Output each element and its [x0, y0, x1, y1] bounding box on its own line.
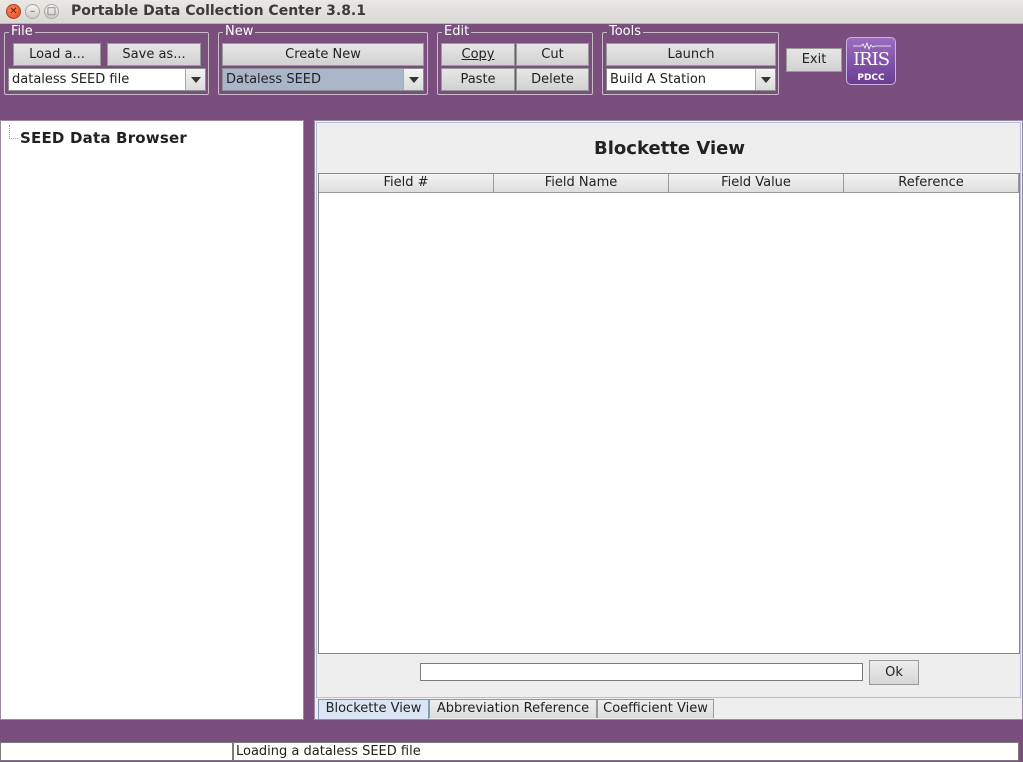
cut-button[interactable]: Cut [516, 43, 589, 66]
tool-select[interactable]: Build A Station [606, 68, 776, 91]
chevron-down-icon[interactable] [755, 69, 775, 90]
launch-button[interactable]: Launch [606, 43, 776, 66]
iris-logo: IRIS PDCC [846, 37, 896, 85]
chevron-down-icon[interactable] [185, 69, 205, 90]
status-bar: Loading a dataless SEED file [0, 720, 1023, 762]
blockette-table[interactable]: Field # Field Name Field Value Reference [318, 173, 1020, 654]
new-group: New Create New Dataless SEED [218, 24, 428, 95]
copy-button[interactable]: Copy [441, 43, 515, 66]
column-header-field-name[interactable]: Field Name [494, 174, 669, 193]
create-new-button[interactable]: Create New [222, 43, 424, 66]
toolbar: File Load a... Save as... dataless SEED … [0, 24, 1023, 120]
delete-button[interactable]: Delete [516, 68, 589, 91]
load-button[interactable]: Load a... [13, 43, 101, 66]
tree-connector [9, 125, 18, 139]
chevron-down-icon[interactable] [403, 69, 423, 90]
title-bar: ✕ – □ Portable Data Collection Center 3.… [0, 0, 1023, 24]
logo-subtext: PDCC [857, 73, 885, 83]
tools-group: Tools Launch Build A Station [602, 24, 779, 95]
exit-button[interactable]: Exit [786, 48, 842, 72]
column-header-field-value[interactable]: Field Value [669, 174, 844, 193]
column-header-field-number[interactable]: Field # [319, 174, 494, 193]
blockette-view-title: Blockette View [594, 138, 745, 159]
edit-group-label: Edit [442, 24, 472, 40]
blockette-view-content: Blockette View Field # Field Name Field … [316, 122, 1021, 698]
tool-value: Build A Station [610, 72, 707, 87]
tree-root-node[interactable]: SEED Data Browser [20, 129, 187, 147]
save-as-button[interactable]: Save as... [107, 43, 201, 66]
seismogram-icon [853, 42, 891, 50]
window-title: Portable Data Collection Center 3.8.1 [71, 3, 366, 19]
tab-coefficient-view[interactable]: Coefficient View [597, 699, 714, 718]
ok-button[interactable]: Ok [869, 660, 919, 685]
file-type-select[interactable]: dataless SEED file [8, 68, 206, 91]
tab-abbreviation-reference[interactable]: Abbreviation Reference [429, 699, 597, 718]
seed-data-browser-tree[interactable]: SEED Data Browser [0, 120, 304, 720]
paste-button[interactable]: Paste [441, 68, 515, 91]
new-group-label: New [223, 24, 256, 40]
tab-blockette-view[interactable]: Blockette View [318, 699, 429, 719]
minimize-icon[interactable]: – [25, 4, 40, 19]
status-left-field [0, 742, 233, 761]
close-icon[interactable]: ✕ [6, 4, 21, 19]
logo-text: IRIS [852, 49, 890, 70]
status-message: Loading a dataless SEED file [233, 742, 1019, 761]
blockette-input[interactable] [420, 663, 863, 681]
file-group: File Load a... Save as... dataless SEED … [4, 24, 209, 95]
maximize-icon[interactable]: □ [44, 4, 59, 19]
file-group-label: File [9, 24, 35, 40]
tools-group-label: Tools [607, 24, 644, 40]
new-type-value: Dataless SEED [226, 72, 322, 87]
file-type-value: dataless SEED file [12, 72, 130, 87]
column-header-reference[interactable]: Reference [844, 174, 1019, 193]
blockette-panel: Blockette View Field # Field Name Field … [314, 120, 1023, 720]
new-type-select[interactable]: Dataless SEED [222, 68, 424, 91]
edit-group: Edit Copy Cut Paste Delete [437, 24, 593, 95]
view-tabs: Blockette View Abbreviation Reference Co… [316, 699, 1021, 719]
